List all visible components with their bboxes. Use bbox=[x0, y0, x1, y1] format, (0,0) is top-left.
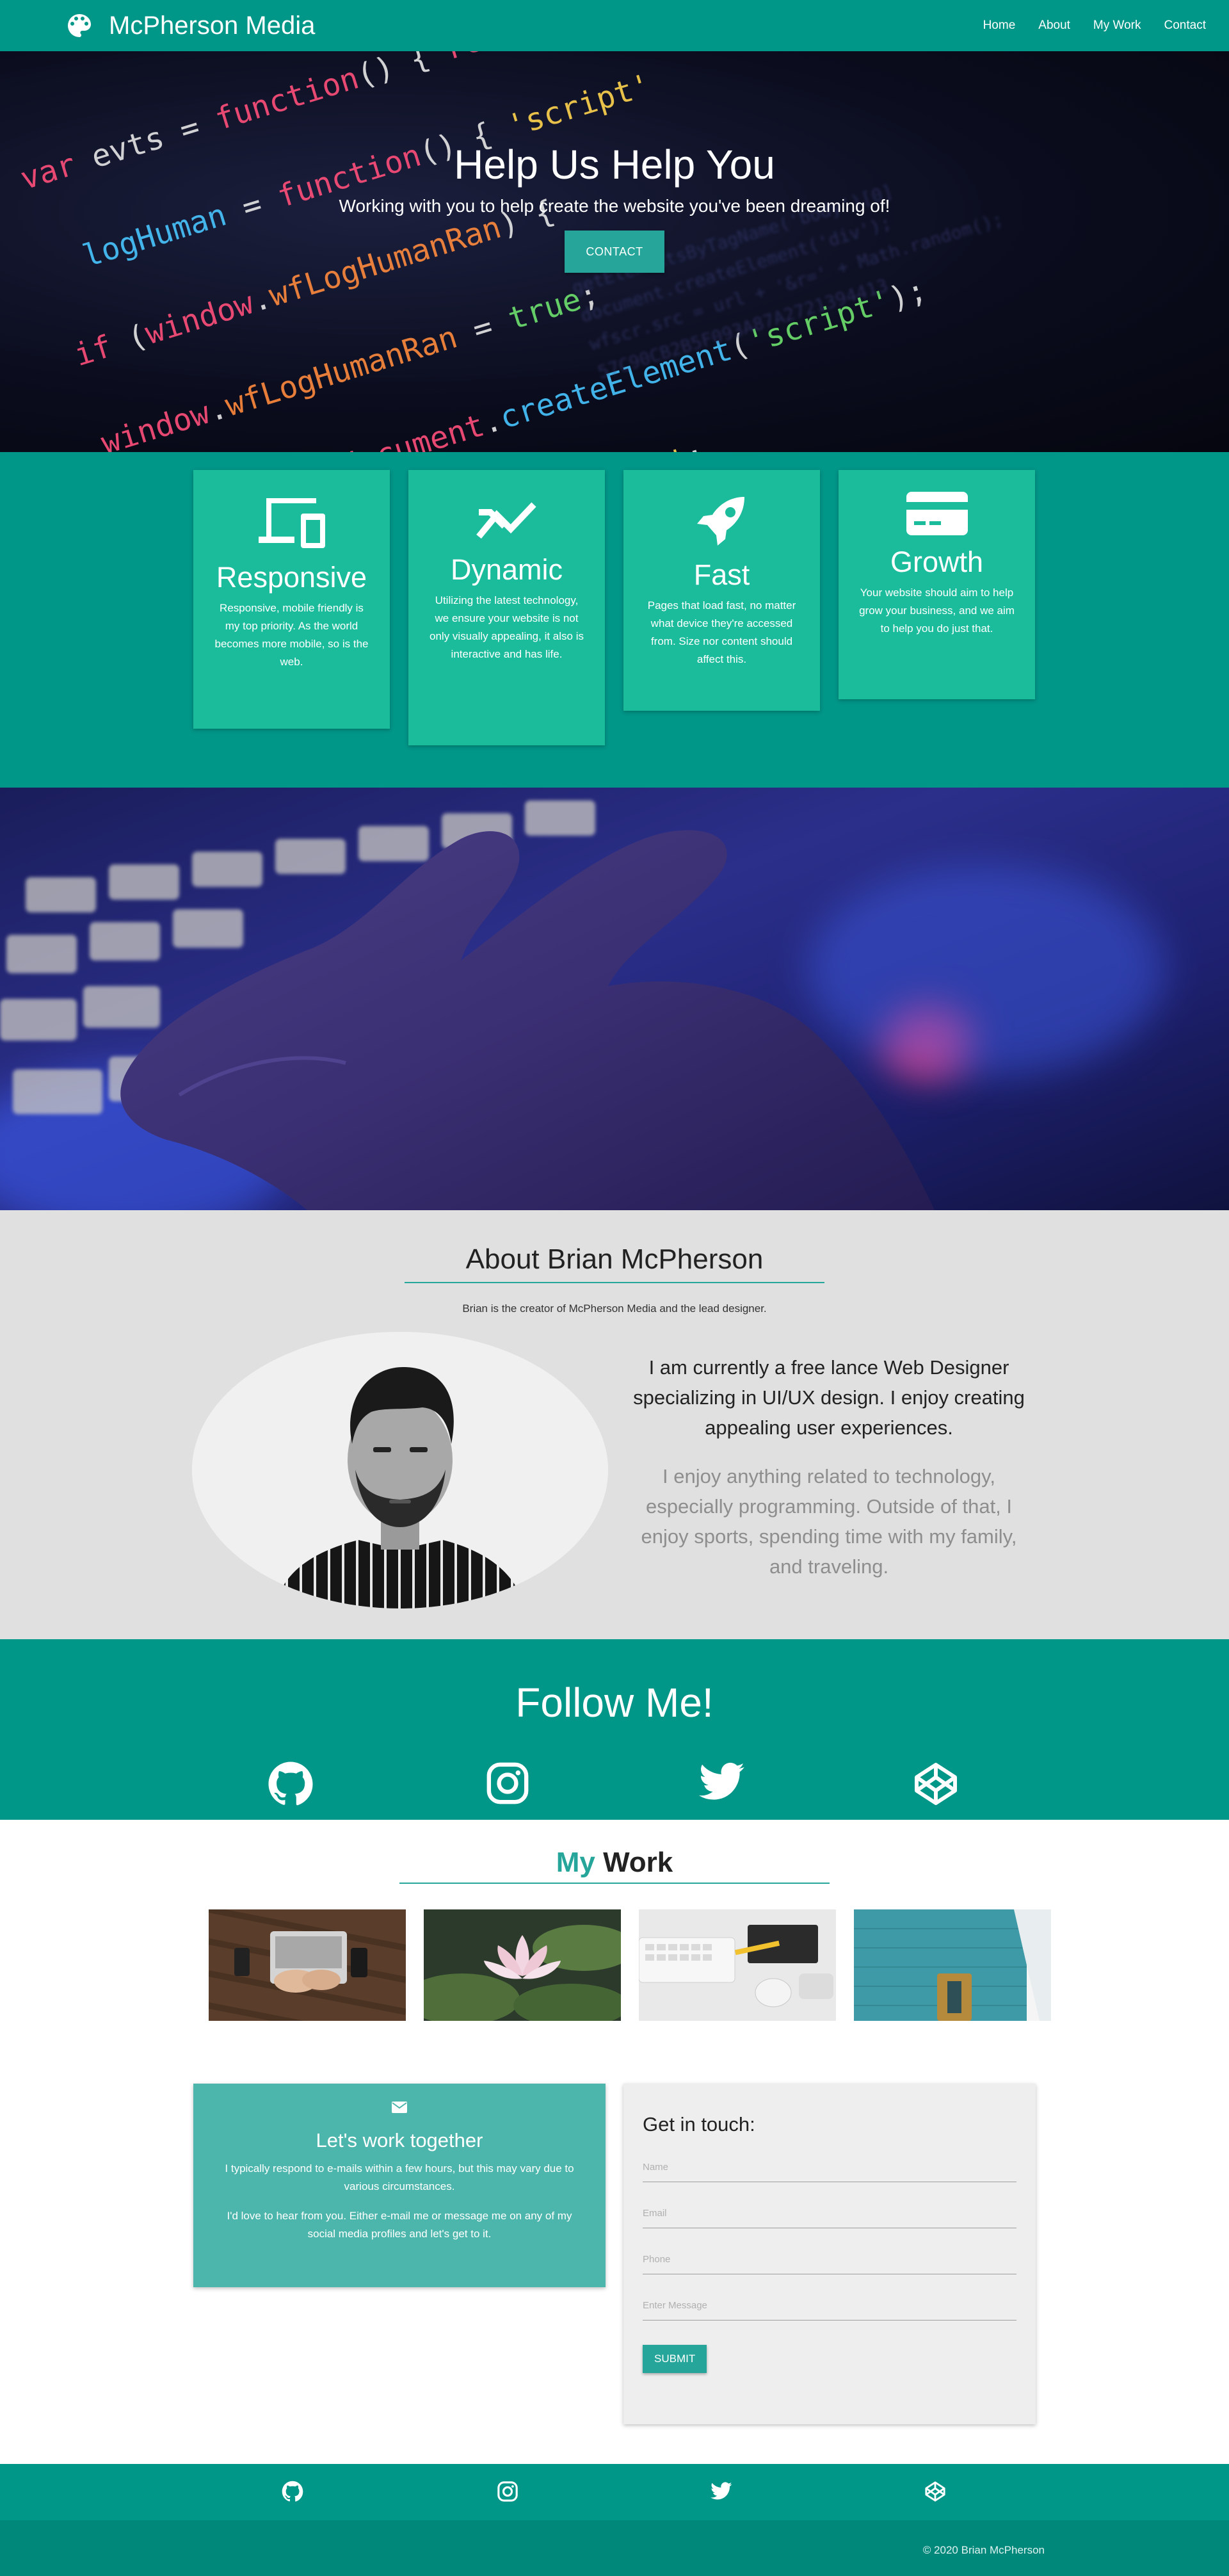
contact-info-card: Let's work together I typically respond … bbox=[193, 2084, 606, 2287]
feature-text: Utilizing the latest technology, we ensu… bbox=[430, 594, 584, 660]
twitter-icon[interactable] bbox=[711, 2482, 732, 2502]
rocket-icon bbox=[696, 497, 744, 546]
top-navbar: McPherson Media Home About My Work Conta… bbox=[0, 0, 1229, 51]
feature-text: Pages that load fast, no matter what dev… bbox=[647, 599, 796, 665]
hero-subtitle: Working with you to help create the webs… bbox=[339, 196, 890, 216]
work-thumb-lotus[interactable] bbox=[424, 1909, 621, 2021]
name-field bbox=[643, 2162, 1016, 2182]
avatar bbox=[192, 1332, 608, 1608]
hero-title: Help Us Help You bbox=[454, 142, 775, 188]
feature-card-growth: Growth Your website should aim to help g… bbox=[839, 470, 1035, 699]
about-section: About Brian McPherson Brian is the creat… bbox=[0, 1210, 1229, 1639]
message-field bbox=[643, 2300, 1016, 2321]
my-work-section: My Work bbox=[0, 1820, 1229, 2063]
hand-silhouette bbox=[120, 830, 935, 1210]
keyboard-hand-image bbox=[0, 788, 1229, 1210]
brand-logo[interactable]: McPherson Media bbox=[64, 10, 315, 41]
submit-button[interactable]: SUBMIT bbox=[643, 2345, 707, 2373]
phone-input[interactable] bbox=[643, 2254, 1016, 2265]
footer: © 2020 Brian McPherson bbox=[0, 2464, 1229, 2576]
work-thumb-laptop[interactable] bbox=[209, 1909, 406, 2021]
nav-link-my-work[interactable]: My Work bbox=[1082, 19, 1153, 33]
contact-section: Let's work together I typically respond … bbox=[0, 2063, 1229, 2464]
footer-bottom-bar: © 2020 Brian McPherson bbox=[0, 2520, 1229, 2576]
github-icon[interactable] bbox=[282, 2481, 303, 2502]
feature-card-responsive: Responsive Responsive, mobile friendly i… bbox=[193, 470, 390, 729]
trending-icon bbox=[476, 502, 536, 539]
portrait-image bbox=[192, 1332, 608, 1608]
work-title-rest: Work bbox=[595, 1847, 673, 1878]
codepen-icon[interactable] bbox=[913, 1761, 959, 1807]
about-title-underline bbox=[405, 1282, 824, 1283]
nav-links: Home About My Work Contact bbox=[972, 19, 1217, 33]
hero-banner: 'context' var evts = function() { return… bbox=[0, 51, 1229, 452]
contact-card-title: Let's work together bbox=[316, 2129, 483, 2151]
follow-title: Follow Me! bbox=[515, 1680, 714, 1726]
email-field bbox=[643, 2208, 1016, 2228]
contact-form: Get in touch: SUBMIT bbox=[623, 2084, 1036, 2424]
feature-card-dynamic: Dynamic Utilizing the latest technology,… bbox=[408, 470, 605, 745]
nav-link-contact[interactable]: Contact bbox=[1153, 19, 1217, 33]
work-title-underline bbox=[399, 1883, 830, 1884]
about-title: About Brian McPherson bbox=[465, 1243, 764, 1275]
work-title-accent: My bbox=[556, 1847, 595, 1878]
copyright-text: © 2020 Brian McPherson bbox=[922, 2544, 1045, 2556]
feature-title: Dynamic bbox=[450, 553, 563, 586]
contact-card-text-1: I typically respond to e-mails within a … bbox=[225, 2162, 574, 2192]
twitter-icon[interactable] bbox=[699, 1762, 745, 1804]
nav-link-about[interactable]: About bbox=[1027, 19, 1082, 33]
feature-title: Fast bbox=[693, 558, 750, 591]
instagram-icon[interactable] bbox=[497, 2481, 518, 2502]
brand-name: McPherson Media bbox=[109, 11, 316, 40]
feature-card-fast: Fast Pages that load fast, no matter wha… bbox=[623, 470, 820, 711]
contact-form-title: Get in touch: bbox=[643, 2113, 755, 2135]
codepen-icon[interactable] bbox=[924, 2481, 946, 2502]
about-paragraph-2: I enjoy anything related to technology, … bbox=[641, 1465, 1017, 1578]
about-intro: Brian is the creator of McPherson Media … bbox=[462, 1302, 767, 1315]
nav-link-home[interactable]: Home bbox=[972, 19, 1027, 33]
work-thumb-desk[interactable] bbox=[639, 1909, 836, 2021]
hero-content: Help Us Help You Working with you to hel… bbox=[0, 141, 1229, 273]
feature-title: Growth bbox=[890, 546, 984, 578]
follow-section: Follow Me! bbox=[0, 1639, 1229, 1820]
name-input[interactable] bbox=[643, 2162, 1016, 2173]
mail-icon bbox=[392, 2102, 407, 2113]
feature-text: Your website should aim to help grow you… bbox=[859, 587, 1015, 635]
feature-title: Responsive bbox=[216, 561, 367, 594]
work-title: My Work bbox=[0, 1820, 1229, 1879]
palette-icon bbox=[68, 14, 91, 37]
email-input[interactable] bbox=[643, 2208, 1016, 2219]
work-thumb-teal-wall[interactable] bbox=[854, 1909, 1051, 2021]
feature-text: Responsive, mobile friendly is my top pr… bbox=[214, 602, 369, 668]
message-input[interactable] bbox=[643, 2300, 1016, 2311]
phone-field bbox=[643, 2254, 1016, 2274]
about-paragraph-1: I am currently a free lance Web Designer… bbox=[633, 1356, 1025, 1439]
instagram-icon[interactable] bbox=[485, 1761, 530, 1806]
credit-card-icon bbox=[906, 492, 968, 535]
devices-icon bbox=[258, 498, 325, 548]
features-section: Responsive Responsive, mobile friendly i… bbox=[0, 452, 1229, 788]
github-icon[interactable] bbox=[268, 1761, 314, 1807]
contact-card-text-2: I'd love to hear from you. Either e-mail… bbox=[227, 2210, 572, 2240]
footer-social-icons bbox=[0, 2464, 1229, 2520]
hero-contact-button[interactable]: CONTACT bbox=[565, 231, 664, 273]
